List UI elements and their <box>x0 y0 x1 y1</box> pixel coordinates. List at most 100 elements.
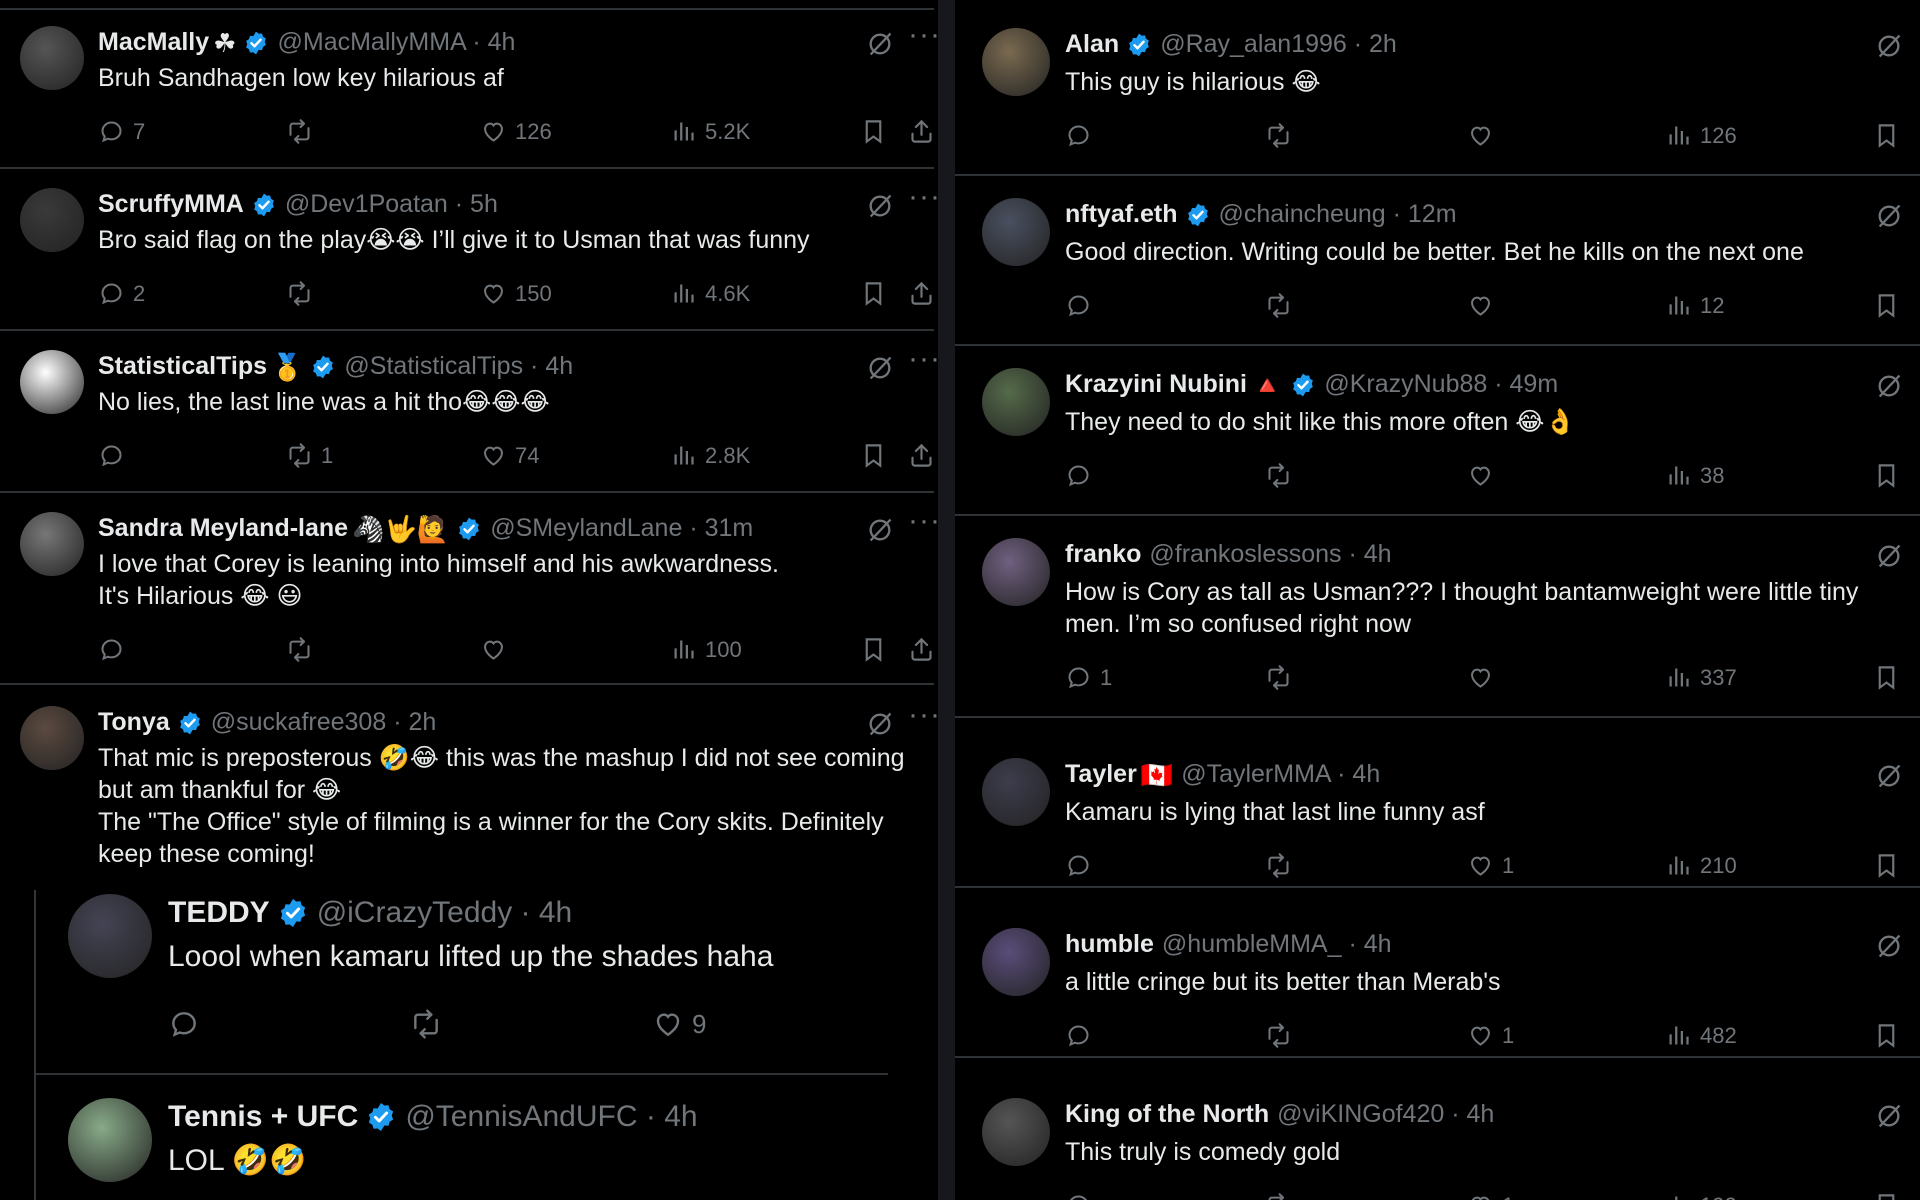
post-time[interactable]: 4h <box>664 1100 697 1133</box>
author-handle[interactable]: @TaylerMMA · 4h <box>1181 760 1380 789</box>
like-button[interactable] <box>1467 122 1502 149</box>
post-time[interactable]: 31m <box>705 514 754 542</box>
repost-button[interactable] <box>1265 852 1300 879</box>
bookmark-button[interactable] <box>1873 122 1900 149</box>
like-button[interactable]: 1 <box>1467 852 1514 879</box>
post-time[interactable]: 4h <box>539 896 572 929</box>
grok-icon[interactable] <box>866 516 894 549</box>
views-button[interactable]: 4.6K <box>670 280 750 307</box>
grok-icon[interactable] <box>866 710 894 743</box>
more-icon[interactable]: ··· <box>908 20 938 50</box>
avatar[interactable] <box>20 188 84 252</box>
post-time[interactable]: 2h <box>1369 30 1397 58</box>
reply-button[interactable] <box>1065 852 1100 879</box>
bookmark-button[interactable] <box>860 442 887 469</box>
author-name[interactable]: humble <box>1065 930 1154 959</box>
like-button[interactable]: 150 <box>480 280 552 307</box>
repost-button[interactable] <box>1265 462 1300 489</box>
reply-button[interactable] <box>1065 122 1100 149</box>
bookmark-button[interactable] <box>860 280 887 307</box>
share-button[interactable] <box>908 442 935 469</box>
author-handle[interactable]: @StatisticalTips · 4h <box>344 352 573 381</box>
like-button[interactable]: 1 <box>1467 1192 1514 1200</box>
author-name[interactable]: Krazyini Nubini <box>1065 370 1247 399</box>
repost-button[interactable] <box>286 636 321 663</box>
author-handle[interactable]: @iCrazyTeddy · 4h <box>317 896 573 930</box>
author-name[interactable]: King of the North <box>1065 1100 1269 1129</box>
views-button[interactable]: 100 <box>670 636 742 663</box>
bookmark-button[interactable] <box>1873 1192 1900 1200</box>
grok-icon[interactable] <box>1875 32 1903 65</box>
author-name[interactable]: Tennis + UFC <box>168 1100 358 1134</box>
bookmark-button[interactable] <box>860 118 887 145</box>
views-button[interactable]: 126 <box>1665 122 1737 149</box>
author-name[interactable]: Tonya <box>98 708 170 737</box>
like-button[interactable] <box>1467 292 1502 319</box>
author-name[interactable]: StatisticalTips <box>98 352 267 381</box>
post-time[interactable]: 4h <box>1364 930 1392 958</box>
author-handle[interactable]: @chaincheung · 12m <box>1219 200 1457 229</box>
bookmark-button[interactable] <box>860 636 887 663</box>
reply-button[interactable]: 2 <box>98 280 145 307</box>
author-name[interactable]: Alan <box>1065 30 1119 59</box>
author-handle[interactable]: @Dev1Poatan · 5h <box>285 190 498 219</box>
avatar[interactable] <box>68 894 152 978</box>
grok-icon[interactable] <box>866 30 894 63</box>
views-button[interactable]: 210 <box>1665 852 1737 879</box>
author-handle[interactable]: @KrazyNub88 · 49m <box>1324 370 1558 399</box>
author-handle[interactable]: @suckafree308 · 2h <box>211 708 437 737</box>
reply-button[interactable] <box>168 1008 208 1040</box>
author-name[interactable]: Tayler <box>1065 760 1137 789</box>
author-name[interactable]: nftyaf.eth <box>1065 200 1178 229</box>
reply-button[interactable] <box>98 442 133 469</box>
author-name[interactable]: franko <box>1065 540 1141 569</box>
like-button[interactable]: 74 <box>480 442 539 469</box>
author-handle[interactable]: @TennisAndUFC · 4h <box>405 1100 697 1134</box>
avatar[interactable] <box>982 928 1050 996</box>
more-icon[interactable]: ··· <box>908 182 938 212</box>
reply-button[interactable] <box>1065 292 1100 319</box>
avatar[interactable] <box>982 368 1050 436</box>
avatar[interactable] <box>982 758 1050 826</box>
author-name[interactable]: ScruffyMMA <box>98 190 244 219</box>
avatar[interactable] <box>20 26 84 90</box>
bookmark-button[interactable] <box>1873 852 1900 879</box>
grok-icon[interactable] <box>866 354 894 387</box>
bookmark-button[interactable] <box>1873 1022 1900 1049</box>
more-icon[interactable]: ··· <box>908 700 938 730</box>
avatar[interactable] <box>982 538 1050 606</box>
author-handle[interactable]: @viKINGof420 · 4h <box>1277 1100 1494 1129</box>
reply-button[interactable]: 7 <box>98 118 145 145</box>
repost-button[interactable] <box>1265 122 1300 149</box>
more-icon[interactable]: ··· <box>908 344 938 374</box>
avatar[interactable] <box>982 1098 1050 1166</box>
bookmark-button[interactable] <box>1873 292 1900 319</box>
repost-button[interactable] <box>1265 1192 1300 1200</box>
share-button[interactable] <box>908 636 935 663</box>
reply-button[interactable] <box>1065 462 1100 489</box>
views-button[interactable]: 482 <box>1665 1022 1737 1049</box>
repost-button[interactable] <box>1265 292 1300 319</box>
grok-icon[interactable] <box>1875 1102 1903 1135</box>
like-button[interactable] <box>480 636 515 663</box>
like-button[interactable]: 126 <box>480 118 552 145</box>
views-button[interactable]: 38 <box>1665 462 1724 489</box>
author-handle[interactable]: @Ray_alan1996 · 2h <box>1160 30 1397 59</box>
author-handle[interactable]: @frankoslessons · 4h <box>1149 540 1391 569</box>
grok-icon[interactable] <box>1875 542 1903 575</box>
views-button[interactable]: 192 <box>1665 1192 1737 1200</box>
like-button[interactable] <box>1467 462 1502 489</box>
post-time[interactable]: 4h <box>1466 1100 1494 1128</box>
repost-button[interactable] <box>1265 1022 1300 1049</box>
author-handle[interactable]: @SMeylandLane · 31m <box>490 514 753 543</box>
post-time[interactable]: 4h <box>545 352 573 380</box>
grok-icon[interactable] <box>866 192 894 225</box>
reply-button[interactable]: 1 <box>1065 664 1112 691</box>
share-button[interactable] <box>908 280 935 307</box>
post-time[interactable]: 49m <box>1510 370 1559 398</box>
bookmark-button[interactable] <box>1873 462 1900 489</box>
author-handle[interactable]: @humbleMMA_ · 4h <box>1162 930 1392 959</box>
avatar[interactable] <box>982 28 1050 96</box>
reply-button[interactable] <box>1065 1192 1100 1200</box>
repost-button[interactable] <box>286 118 321 145</box>
